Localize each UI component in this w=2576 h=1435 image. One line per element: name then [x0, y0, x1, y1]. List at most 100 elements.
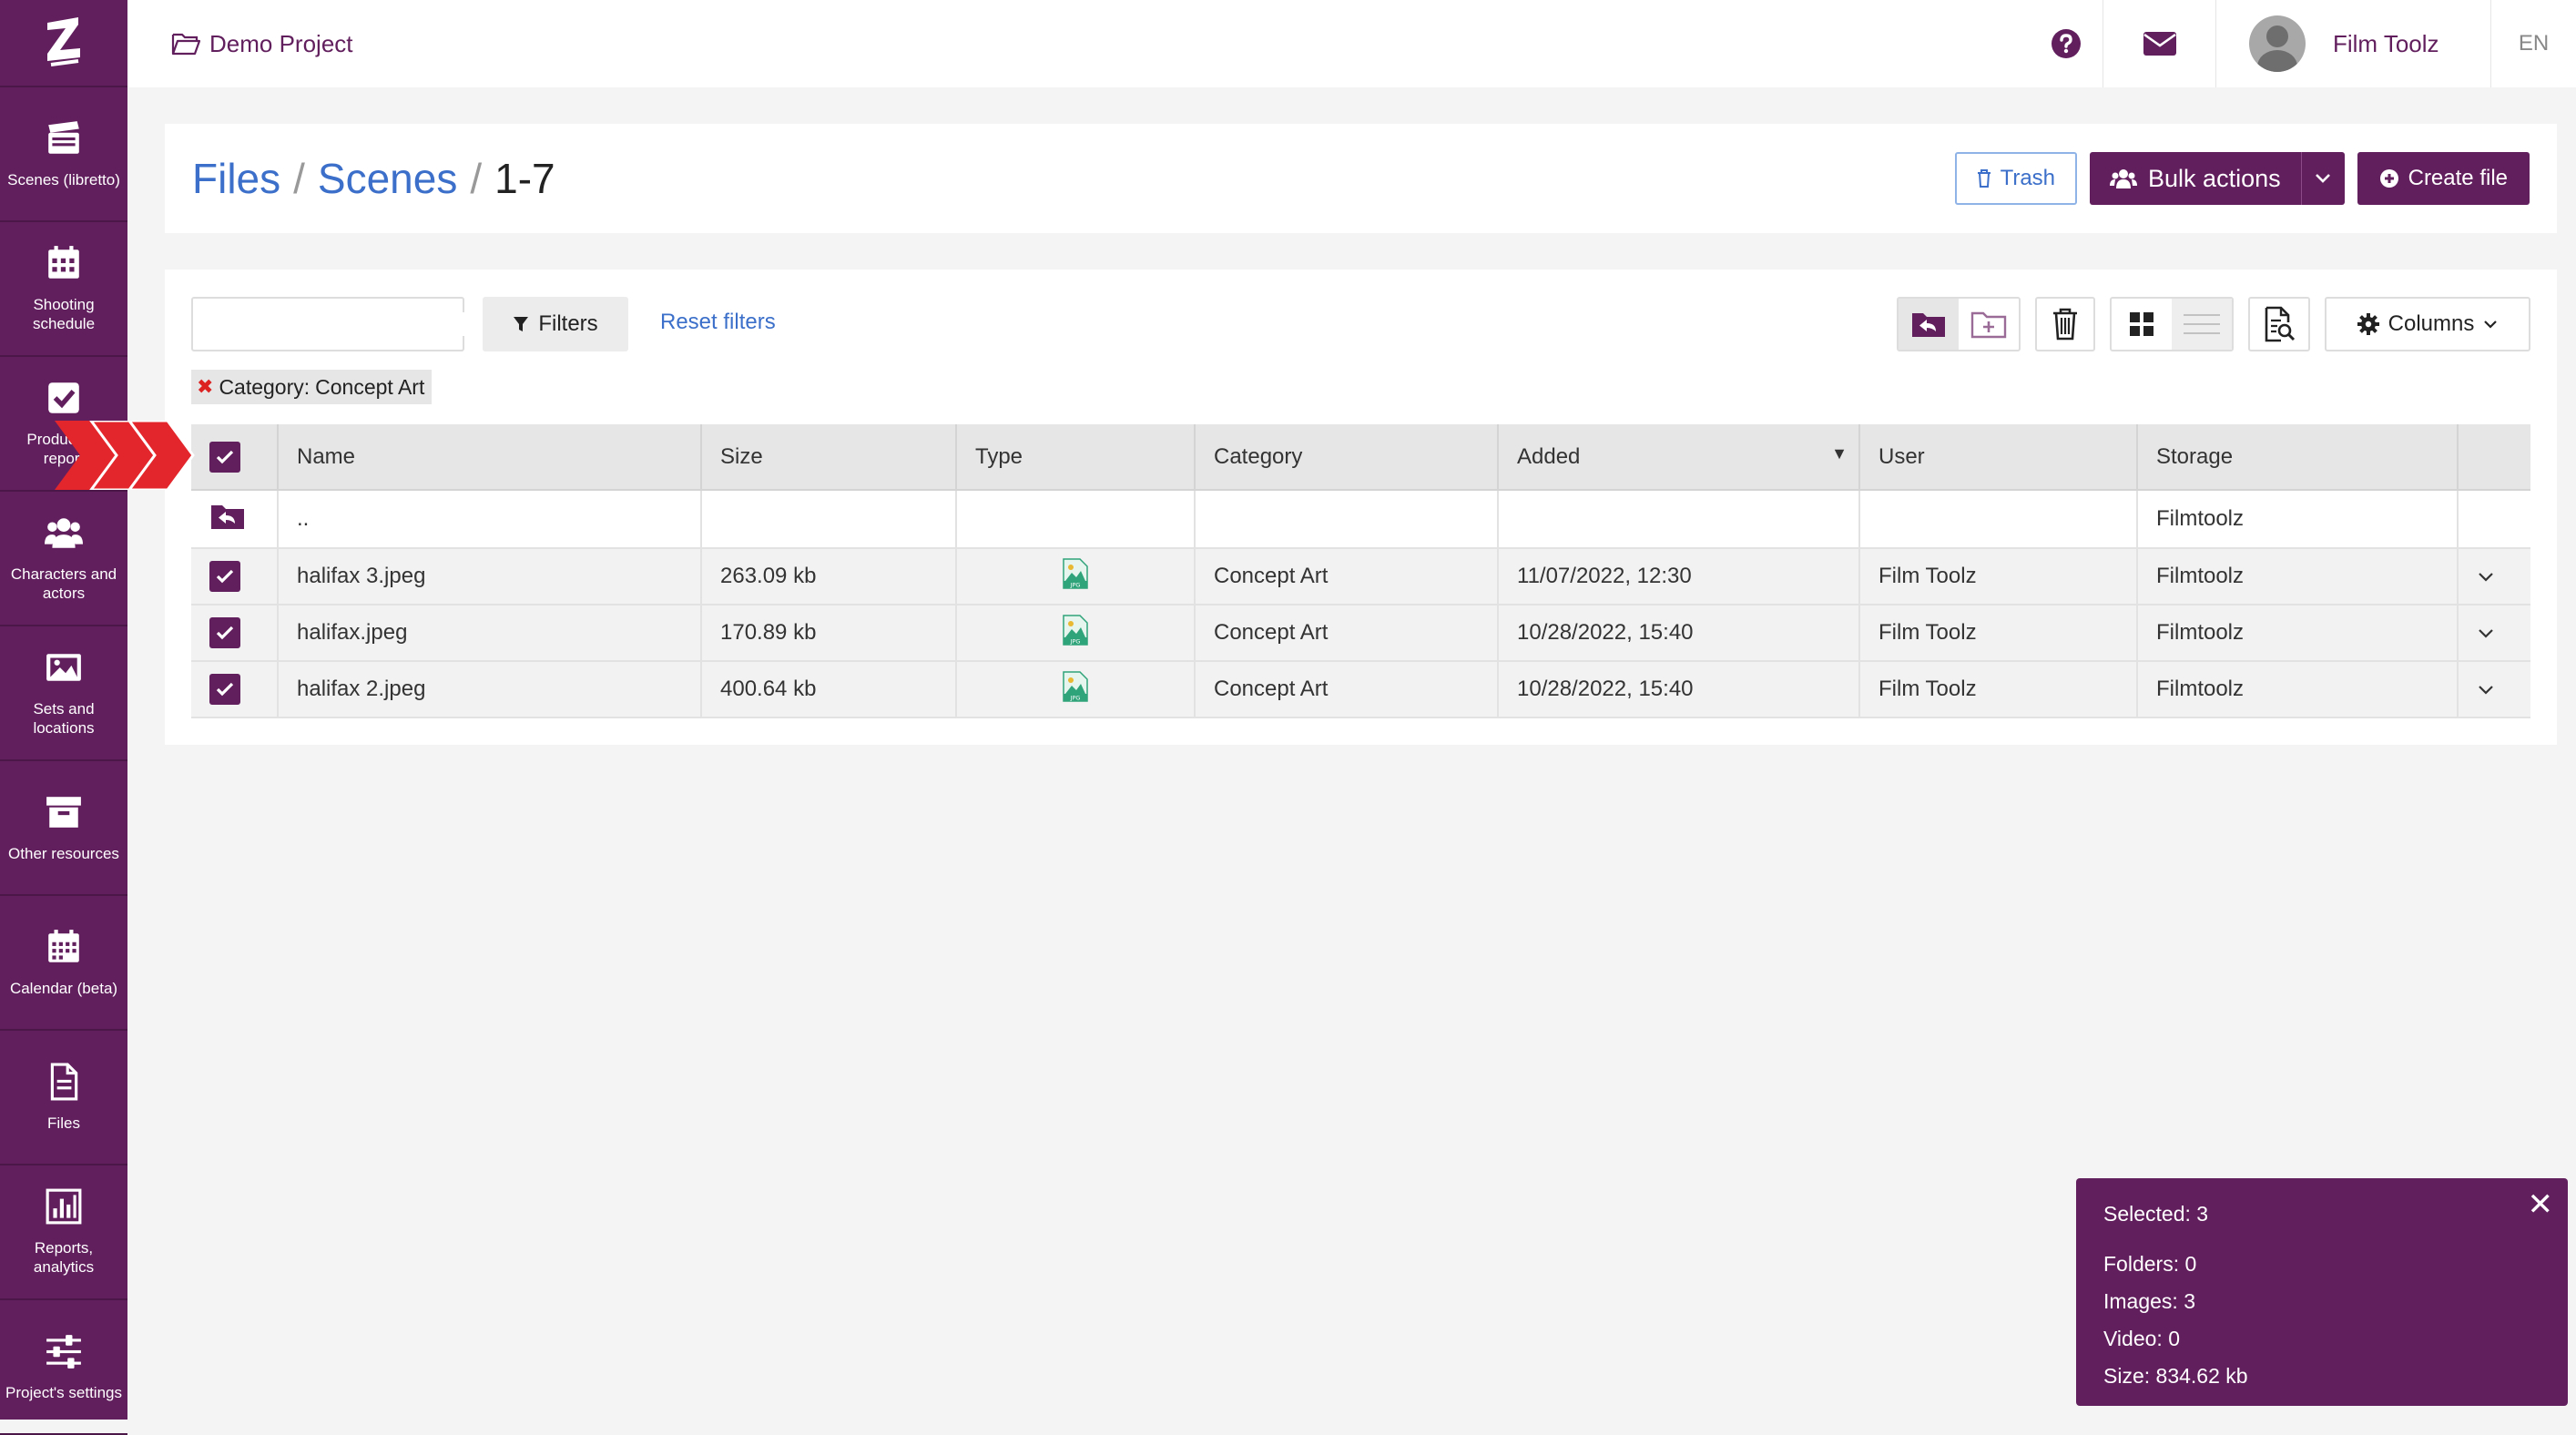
avatar — [2249, 15, 2306, 72]
table-row[interactable]: halifax.jpeg 170.89 kb JPG Concept Art 1… — [191, 605, 2530, 662]
sidebar-item-reports-analytics[interactable]: Reports, analytics — [0, 1165, 127, 1300]
columns-label: Columns — [2388, 311, 2475, 336]
new-folder-button[interactable] — [1959, 299, 2019, 350]
checkmark-icon — [216, 450, 234, 463]
file-type-cell: JPG — [956, 605, 1196, 662]
top-bar: Demo Project Film Toolz EN — [127, 0, 2576, 87]
close-icon[interactable]: ✕ — [2528, 1189, 2554, 1220]
clapperboard-icon — [48, 120, 79, 154]
folder-up-button[interactable] — [1899, 299, 1959, 350]
sidebar-item-characters-actors[interactable]: Characters and actors — [0, 492, 127, 626]
row-checkbox[interactable] — [209, 617, 240, 648]
breadcrumb-files[interactable]: Files — [192, 154, 280, 203]
column-header-type[interactable]: Type — [956, 424, 1196, 491]
filters-button[interactable]: Filters — [483, 297, 628, 351]
breadcrumb: Files / Scenes / 1-7 — [192, 154, 555, 203]
row-actions-cell — [2458, 661, 2530, 718]
help-button[interactable] — [2030, 0, 2103, 87]
archive-box-icon — [46, 796, 81, 828]
gear-icon — [2357, 313, 2379, 335]
selection-summary: ✕ Selected: 3 Folders: 0 Images: 3 Video… — [2076, 1178, 2568, 1406]
total-size: Size: 834.62 kb — [2103, 1364, 2248, 1388]
column-header-category[interactable]: Category — [1195, 424, 1499, 491]
sidebar-item-calendar[interactable]: Calendar (beta) — [0, 896, 127, 1031]
filmtoolz-logo-icon — [47, 17, 80, 66]
trash-icon — [2053, 308, 2077, 341]
row-actions-cell — [2458, 548, 2530, 606]
language-selector[interactable]: EN — [2490, 0, 2576, 87]
row-checkbox[interactable] — [209, 561, 240, 592]
select-all-checkbox[interactable] — [209, 441, 240, 473]
filters-label: Filters — [538, 311, 598, 336]
empty-cell — [1498, 490, 1860, 549]
jpg-file-icon: JPG — [1063, 557, 1088, 589]
breadcrumb-separator: / — [470, 155, 483, 202]
grid-view-button[interactable] — [2112, 299, 2172, 350]
folder-open-icon — [171, 33, 200, 56]
file-name[interactable]: halifax.jpeg — [278, 605, 702, 662]
question-circle-icon — [2052, 29, 2081, 58]
sidebar-item-shooting-schedule[interactable]: Shooting schedule — [0, 222, 127, 357]
checkmark-icon — [216, 626, 234, 640]
parent-folder-row[interactable]: .. Filmtoolz — [191, 490, 2530, 549]
column-header-size[interactable]: Size — [701, 424, 957, 491]
search-input[interactable] — [213, 312, 475, 336]
sidebar-item-project-settings[interactable]: Project's settings — [0, 1300, 127, 1435]
user-menu[interactable]: Film Toolz — [2215, 0, 2490, 87]
file-added: 11/07/2022, 12:30 — [1498, 548, 1860, 606]
empty-cell — [2458, 490, 2530, 549]
calendar-grid-icon — [48, 246, 79, 279]
messages-button[interactable] — [2103, 0, 2215, 87]
bulk-actions-main[interactable]: Bulk actions — [2090, 165, 2301, 193]
table-row[interactable]: halifax 3.jpeg 263.09 kb JPG Concept Art… — [191, 548, 2530, 606]
bulk-actions-button[interactable]: Bulk actions — [2090, 152, 2345, 205]
sidebar-item-sets-locations[interactable]: Sets and locations — [0, 626, 127, 761]
parent-folder-storage: Filmtoolz — [2137, 490, 2459, 549]
app-logo[interactable] — [0, 0, 127, 87]
sliders-icon — [46, 1334, 81, 1369]
chevron-down-icon[interactable] — [2477, 628, 2495, 639]
preview-button[interactable] — [2250, 299, 2308, 350]
trash-button[interactable]: Trash — [1954, 152, 2078, 205]
file-storage: Filmtoolz — [2137, 548, 2459, 606]
search-box[interactable] — [191, 297, 475, 351]
file-added: 10/28/2022, 15:40 — [1498, 605, 1860, 662]
chevron-down-icon[interactable] — [2477, 572, 2495, 583]
grid-icon — [2130, 312, 2153, 336]
file-size: 170.89 kb — [701, 605, 957, 662]
folder-plus-icon — [1970, 311, 2007, 339]
sidebar-item-other-resources[interactable]: Other resources — [0, 761, 127, 896]
empty-cell — [701, 490, 957, 549]
check-square-icon — [48, 382, 79, 413]
parent-folder-name[interactable]: .. — [278, 490, 702, 549]
columns-button[interactable]: Columns — [2325, 297, 2530, 351]
images-count: Images: 3 — [2103, 1289, 2195, 1313]
users-icon — [2110, 169, 2138, 188]
column-header-added[interactable]: Added ▼ — [1498, 424, 1860, 491]
table-row[interactable]: halifax 2.jpeg 400.64 kb JPG Concept Art… — [191, 661, 2530, 718]
row-checkbox[interactable] — [209, 674, 240, 705]
delete-button[interactable] — [2037, 299, 2093, 350]
file-type-label: JPG — [1070, 637, 1081, 645]
empty-cell — [1195, 490, 1499, 549]
breadcrumb-scenes[interactable]: Scenes — [318, 154, 457, 203]
reset-filters-link[interactable]: Reset filters — [660, 310, 776, 335]
chevron-down-icon[interactable] — [2477, 685, 2495, 696]
bulk-actions-dropdown[interactable] — [2300, 152, 2345, 205]
sidebar-item-scenes[interactable]: Scenes (libretto) — [0, 87, 127, 222]
active-filter-chip: ✖ Category: Concept Art — [191, 370, 433, 404]
user-name: Film Toolz — [2333, 29, 2439, 57]
column-header-user[interactable]: User — [1859, 424, 2138, 491]
plus-circle-icon — [2379, 169, 2398, 188]
list-view-button[interactable] — [2172, 299, 2232, 350]
remove-filter-icon[interactable]: ✖ — [197, 375, 213, 399]
column-header-storage[interactable]: Storage — [2137, 424, 2459, 491]
column-header-name[interactable]: Name — [278, 424, 702, 491]
file-name[interactable]: halifax 3.jpeg — [278, 548, 702, 606]
project-selector[interactable]: Demo Project — [171, 30, 353, 58]
file-name[interactable]: halifax 2.jpeg — [278, 661, 702, 718]
folders-count: Folders: 0 — [2103, 1252, 2197, 1276]
filter-key: Category: — [219, 374, 311, 399]
create-file-button[interactable]: Create file — [2357, 152, 2530, 205]
sidebar-item-files[interactable]: Files — [0, 1031, 127, 1165]
